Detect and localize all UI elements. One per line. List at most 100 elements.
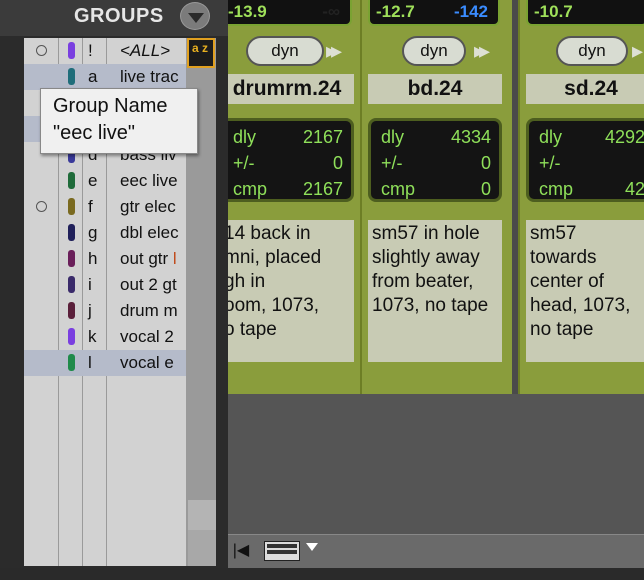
volume-readout: -10.7 [534, 2, 573, 21]
group-name: <ALL> [120, 41, 184, 61]
dly-value: 2167 [302, 127, 343, 147]
send-arrows-icon[interactable]: ▸▸ [474, 38, 490, 64]
groups-menu-button[interactable] [180, 2, 210, 30]
comment-line: oom, 1073, [224, 295, 320, 316]
dly-value: 4334 [450, 127, 491, 147]
channel-strip: -13.9 -∞ ▸ dyn ▸▸ drumrm.24 dly2167 +/-0… [212, 0, 364, 394]
comment-line: slightly away [372, 247, 480, 268]
caret-down-icon[interactable] [306, 543, 318, 551]
group-id: l [88, 353, 92, 372]
scrollbar-thumb[interactable] [188, 500, 216, 530]
comment-line: towards [530, 247, 597, 268]
pan-readout: -∞ [322, 2, 340, 21]
volume-pan-display: -10.7 [526, 0, 644, 26]
back-to-start-icon[interactable]: |◀ [230, 541, 252, 561]
group-color-swatch[interactable] [68, 68, 75, 85]
group-color-swatch[interactable] [68, 172, 75, 189]
group-id: h [88, 249, 98, 268]
group-row[interactable]: ! <ALL> [24, 38, 186, 64]
sort-az-button[interactable]: a z [187, 38, 215, 68]
group-name-text: vocal e [120, 353, 174, 372]
plusminus-value[interactable]: 0 [481, 151, 491, 177]
plusminus-label: +/- [233, 153, 255, 173]
group-row[interactable]: f gtr elec [24, 194, 186, 220]
dyn-button[interactable]: dyn [556, 36, 628, 66]
comment-line: o tape [224, 319, 277, 340]
cmp-label: cmp [539, 179, 574, 199]
group-name-suffix: l [172, 249, 177, 268]
dyn-button[interactable]: dyn [246, 36, 324, 66]
group-color-swatch[interactable] [68, 302, 75, 319]
track-name[interactable]: bd.24 [368, 74, 502, 104]
dyn-button[interactable]: dyn [402, 36, 466, 66]
group-name: eec live [120, 171, 184, 191]
group-row[interactable]: k vocal 2 [24, 324, 186, 350]
cmp-value: 42 [624, 179, 644, 199]
groups-header: GROUPS [0, 0, 228, 36]
group-row[interactable]: l vocal e [24, 350, 186, 376]
cmp-value: 0 [480, 179, 491, 199]
group-id: a [88, 67, 98, 86]
dly-label: dly [233, 127, 257, 147]
track-name[interactable]: drumrm.24 [220, 74, 354, 104]
group-color-swatch[interactable] [68, 276, 75, 293]
window-bottom-edge [0, 568, 644, 580]
pro-tools-mix-window: -13.9 -∞ ▸ dyn ▸▸ drumrm.24 dly 2167 +/- 0… [0, 0, 644, 580]
group-id: f [88, 197, 93, 216]
group-row[interactable]: j drum m [24, 298, 186, 324]
delay-comp-display: dly 4334 +/- 0 cmp 0 [368, 118, 502, 202]
comments-field[interactable]: 14 back in mni, placed gh in oom, 1073, … [220, 220, 354, 362]
channel-strip: -10.7 dyn ▸ sd.24 dly 4292 +/- cmp 42 sm57… [518, 0, 644, 394]
group-row[interactable]: g dbl elec [24, 220, 186, 246]
group-color-swatch[interactable] [68, 354, 75, 371]
group-name-text: <ALL> [120, 41, 171, 60]
group-name: out 2 gt [120, 275, 184, 295]
group-name-tooltip: Group Name "eec live" [40, 88, 198, 154]
group-name-text: drum m [120, 301, 178, 320]
panel-title: GROUPS [74, 5, 164, 27]
dly-label: dly [539, 127, 563, 147]
active-dot-icon[interactable] [36, 45, 47, 56]
cmp-value: 2167 [302, 179, 343, 199]
send-arrows-icon[interactable]: ▸ [632, 38, 643, 64]
mix-lower-area [222, 394, 644, 534]
comment-line: no tape [530, 319, 594, 340]
group-name: vocal e [120, 353, 184, 373]
group-row[interactable]: a live trac [24, 64, 186, 90]
group-name: vocal 2 [120, 327, 184, 347]
plusminus-value[interactable]: 0 [333, 151, 343, 177]
send-arrows-icon[interactable]: ▸▸ [326, 38, 342, 64]
group-name: gtr elec [120, 197, 184, 217]
track-name[interactable]: sd.24 [526, 74, 644, 104]
group-row[interactable]: i out 2 gt [24, 272, 186, 298]
comment-line: sm57 [530, 223, 577, 244]
groups-panel: GROUPS !<ALL>alive tracbcdbass liveeec l… [0, 0, 228, 568]
mix-bottom-toolbar: |◀ [222, 534, 644, 568]
group-name: dbl elec [120, 223, 184, 243]
group-name-text: gtr elec [120, 197, 176, 216]
view-size-icon[interactable] [264, 541, 300, 561]
group-color-swatch[interactable] [68, 250, 75, 267]
comment-line: center of [530, 271, 604, 292]
delay-comp-display: dly 4292 +/- cmp 42 [526, 118, 644, 202]
group-color-swatch[interactable] [68, 42, 75, 59]
group-color-swatch[interactable] [68, 224, 75, 241]
group-row[interactable]: e eec live [24, 168, 186, 194]
group-name: live trac [120, 67, 184, 87]
group-row[interactable]: h out gtr l [24, 246, 186, 272]
group-color-swatch[interactable] [68, 328, 75, 345]
group-name-text: out 2 gt [120, 275, 177, 294]
group-name-text: eec live [120, 171, 178, 190]
active-dot-icon[interactable] [36, 201, 47, 212]
scrollbar-track[interactable] [188, 530, 216, 566]
group-name-text: vocal 2 [120, 327, 174, 346]
plusminus-label: +/- [381, 153, 403, 173]
comments-field[interactable]: sm57 in hole slightly away from beater, … [368, 220, 502, 362]
channel-strip: -12.7 -142 dyn ▸▸ bd.24 dly 4334 +/- 0 cmp… [360, 0, 512, 394]
group-id: e [88, 171, 98, 190]
comments-field[interactable]: sm57 towards center of head, 1073, no ta… [526, 220, 644, 362]
tooltip-value: "eec live" [53, 122, 136, 144]
group-color-swatch[interactable] [68, 198, 75, 215]
cmp-label: cmp [233, 179, 268, 199]
group-id: k [88, 327, 97, 346]
